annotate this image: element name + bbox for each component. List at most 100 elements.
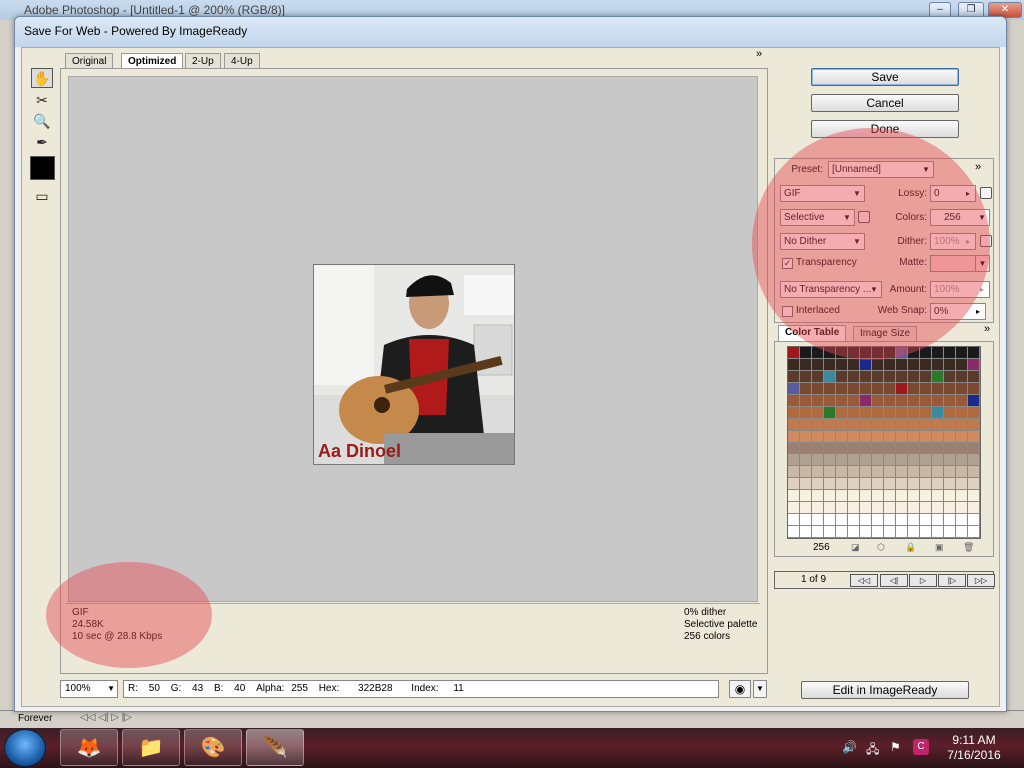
system-clock[interactable]: 9:11 AM 7/16/2016 (930, 733, 1018, 763)
color-swatch[interactable] (956, 394, 968, 407)
color-swatch[interactable] (800, 358, 812, 371)
color-swatch[interactable] (800, 454, 812, 467)
color-swatch[interactable] (956, 490, 968, 503)
interlaced-checkbox[interactable] (782, 306, 793, 317)
color-swatch[interactable] (896, 442, 908, 455)
color-swatch[interactable] (920, 502, 932, 515)
color-swatch[interactable] (956, 430, 968, 443)
color-swatch[interactable] (968, 502, 980, 515)
color-swatch[interactable] (968, 454, 980, 467)
color-swatch[interactable] (824, 478, 836, 491)
color-swatch[interactable] (932, 406, 944, 419)
color-swatch[interactable] (920, 442, 932, 455)
color-swatch[interactable] (896, 406, 908, 419)
color-swatch[interactable] (944, 347, 956, 359)
color-swatch[interactable] (968, 370, 980, 383)
color-swatch[interactable] (836, 358, 848, 371)
color-swatch[interactable] (896, 454, 908, 467)
color-swatch[interactable] (812, 442, 824, 455)
color-swatch[interactable] (896, 490, 908, 503)
color-swatch[interactable] (872, 370, 884, 383)
color-swatch[interactable] (908, 442, 920, 455)
playback-controls-icon[interactable]: ◁◁ ◁| ▷ |▷ (80, 712, 132, 723)
color-swatch[interactable] (956, 347, 968, 359)
color-swatch[interactable] (956, 454, 968, 467)
color-swatch[interactable] (800, 490, 812, 503)
color-swatch[interactable] (836, 382, 848, 395)
color-swatch[interactable] (860, 406, 872, 419)
color-swatch[interactable] (824, 466, 836, 479)
color-swatch[interactable] (824, 370, 836, 383)
color-swatch[interactable] (944, 406, 956, 419)
color-swatch[interactable] (836, 514, 848, 527)
color-swatch[interactable] (788, 514, 800, 527)
color-swatch[interactable] (788, 418, 800, 431)
color-swatch[interactable] (932, 358, 944, 371)
color-swatch[interactable] (932, 490, 944, 503)
zoom-select[interactable]: 100% ▼ (60, 680, 118, 698)
color-swatch[interactable] (968, 514, 980, 527)
next-frame-button[interactable]: |▷ (938, 574, 966, 587)
color-swatch[interactable] (860, 382, 872, 395)
slice-select-tool-icon[interactable]: ✂ (31, 90, 53, 110)
info-download-time[interactable]: 10 sec @ 28.8 Kbps (72, 631, 162, 643)
color-swatch[interactable] (788, 382, 800, 395)
color-swatch[interactable] (932, 526, 944, 538)
color-swatch[interactable] (968, 466, 980, 479)
color-swatch[interactable] (848, 478, 860, 491)
transparency-dither-select[interactable]: No Transparency ... ▼ (780, 281, 882, 298)
color-swatch[interactable] (896, 358, 908, 371)
matte-select[interactable]: ▼ (930, 255, 990, 272)
color-swatch[interactable] (788, 466, 800, 479)
color-swatch[interactable] (800, 347, 812, 359)
color-swatch[interactable] (824, 490, 836, 503)
color-swatch[interactable] (836, 442, 848, 455)
color-table-grid[interactable] (787, 346, 981, 539)
color-swatch[interactable] (932, 502, 944, 515)
color-swatch[interactable] (908, 526, 920, 538)
color-swatch[interactable] (800, 382, 812, 395)
color-swatch[interactable] (812, 406, 824, 419)
file-explorer-icon[interactable]: 📁 (122, 729, 180, 766)
color-swatch[interactable] (908, 347, 920, 359)
color-swatch[interactable] (836, 370, 848, 383)
color-swatch[interactable] (932, 418, 944, 431)
color-swatch[interactable] (956, 478, 968, 491)
done-button[interactable]: Done (811, 120, 959, 138)
network-icon[interactable]: 🖧 (866, 740, 879, 761)
color-swatch[interactable] (944, 418, 956, 431)
color-swatch[interactable] (872, 478, 884, 491)
color-swatch[interactable] (800, 502, 812, 515)
color-swatch[interactable] (872, 430, 884, 443)
color-swatch[interactable] (920, 382, 932, 395)
optimize-menu-icon[interactable]: » (975, 161, 981, 173)
color-swatch[interactable] (788, 526, 800, 538)
color-swatch[interactable] (908, 502, 920, 515)
color-swatch[interactable] (836, 394, 848, 407)
prev-frame-button[interactable]: ◁| (880, 574, 908, 587)
color-swatch[interactable] (812, 478, 824, 491)
color-swatch[interactable] (968, 442, 980, 455)
play-button[interactable]: ▷ (909, 574, 937, 587)
color-swatch[interactable] (884, 442, 896, 455)
color-swatch[interactable] (836, 454, 848, 467)
color-swatch[interactable] (920, 526, 932, 538)
color-swatch[interactable] (824, 502, 836, 515)
volume-icon[interactable]: 🔊 (842, 740, 857, 754)
color-swatch[interactable] (872, 526, 884, 538)
color-swatch[interactable] (860, 478, 872, 491)
color-swatch[interactable] (800, 442, 812, 455)
toggle-slices-icon[interactable]: ▭ (31, 186, 53, 206)
eyedropper-color-swatch[interactable] (30, 156, 55, 180)
color-swatch[interactable] (788, 406, 800, 419)
color-swatch[interactable] (812, 418, 824, 431)
color-swatch[interactable] (920, 490, 932, 503)
new-color-icon[interactable]: ▣ (935, 542, 944, 553)
color-swatch[interactable] (788, 454, 800, 467)
color-swatch[interactable] (872, 406, 884, 419)
color-swatch[interactable] (872, 514, 884, 527)
color-swatch[interactable] (884, 514, 896, 527)
color-swatch[interactable] (896, 347, 908, 359)
color-swatch[interactable] (824, 347, 836, 359)
color-swatch[interactable] (824, 394, 836, 407)
